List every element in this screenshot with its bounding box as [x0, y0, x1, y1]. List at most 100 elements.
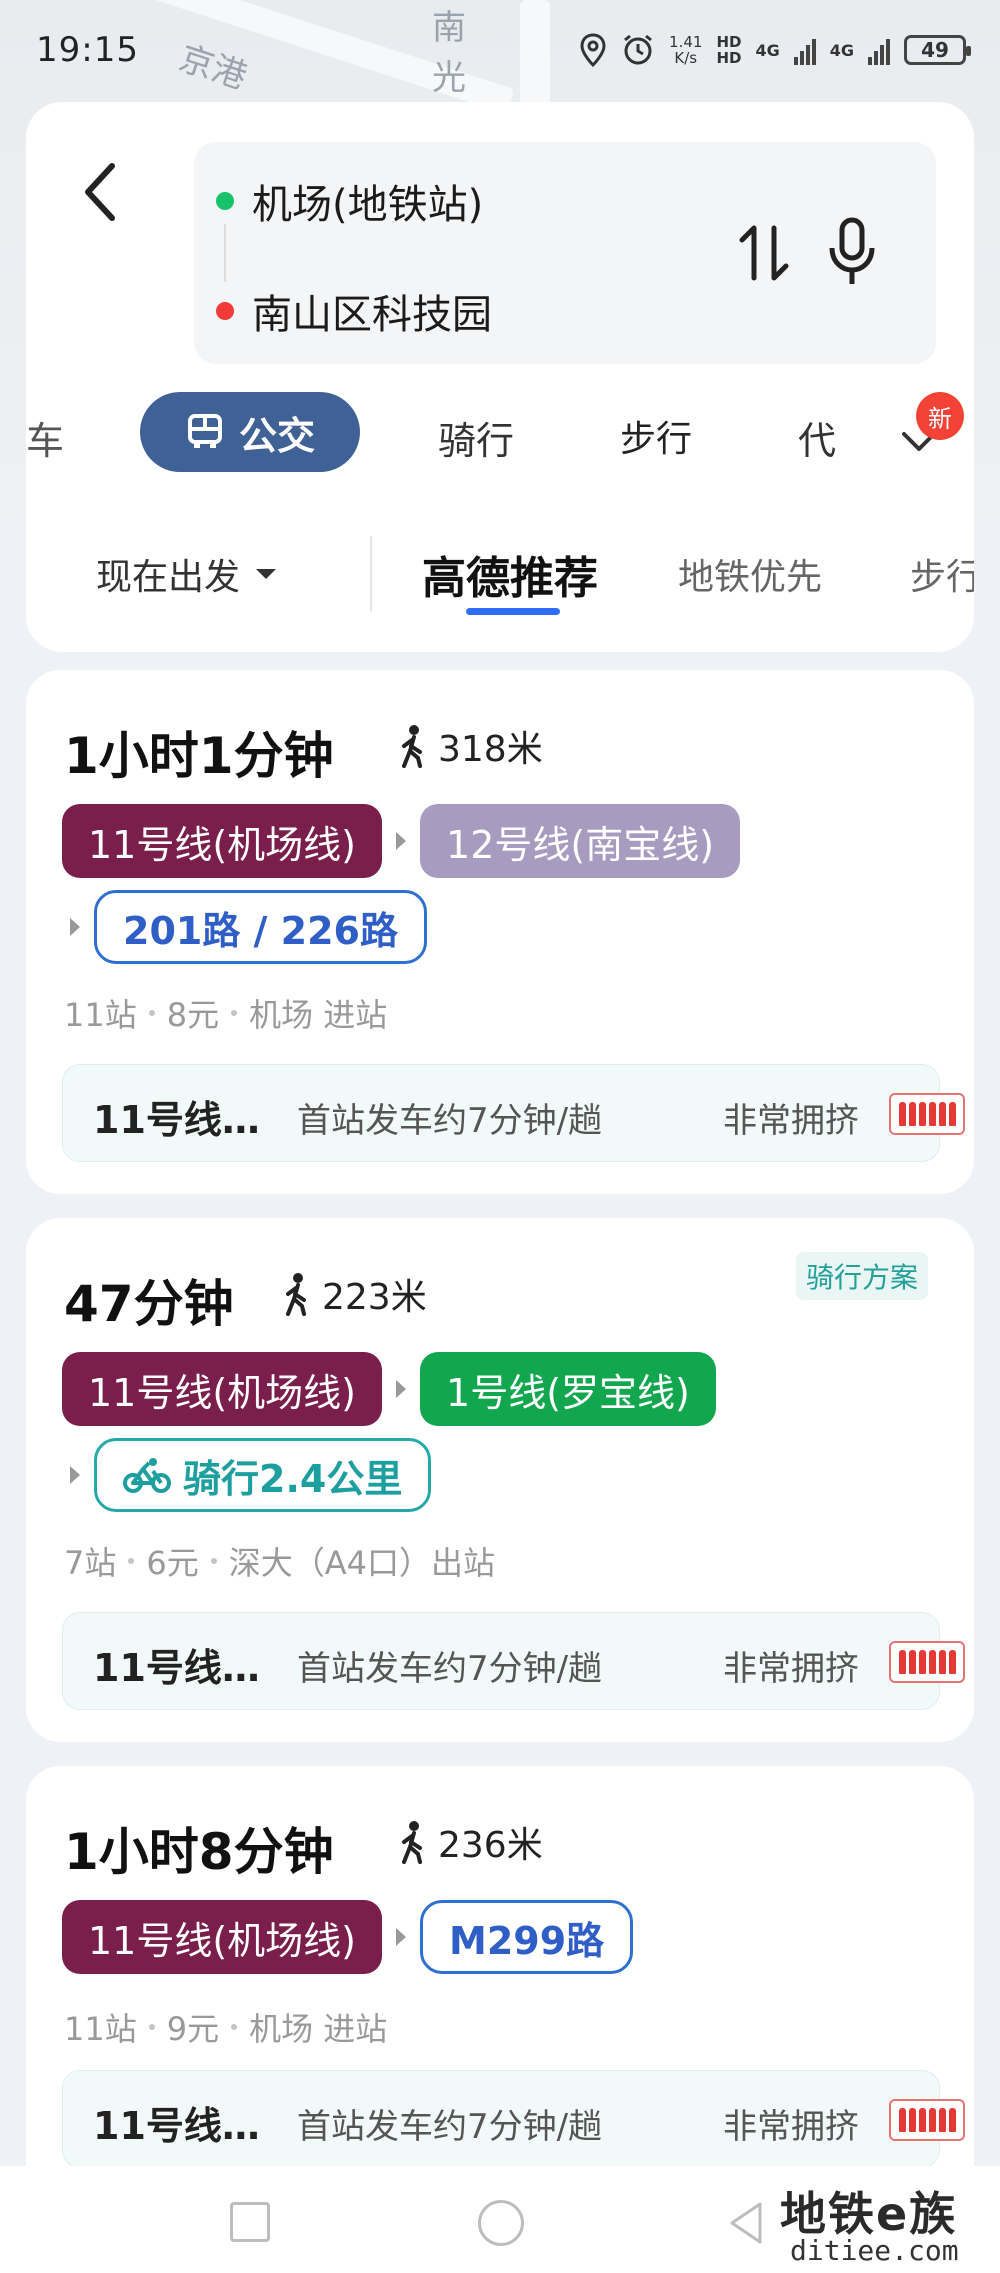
alarm-icon: [624, 34, 652, 65]
status-time: 19:15: [36, 30, 139, 70]
bus-line-tag: M299路: [420, 1900, 634, 1974]
cycling-distance: 骑行2.4公里: [183, 1456, 403, 1501]
net-type-2: 4G: [829, 40, 854, 60]
swap-icon: [739, 225, 789, 281]
walk-distance: 223米: [280, 1268, 427, 1320]
info-crowding: 非常拥挤: [723, 1101, 859, 1141]
route-card[interactable]: 1小时1分钟 318米 11号线(机场线) 12号线(南宝线) 201路 / 2…: [26, 670, 974, 1194]
route-duration: 47分钟: [64, 1275, 234, 1333]
battery-icon: 49: [904, 35, 971, 65]
location-icon: [580, 33, 606, 67]
tab-cycling[interactable]: 骑行: [438, 410, 514, 465]
arrow-right-icon: [70, 918, 80, 936]
tab-transit[interactable]: 公交: [140, 392, 360, 472]
info-crowding: 非常拥挤: [723, 2107, 859, 2147]
route-stops: 7站: [64, 1544, 117, 1582]
route-connector: [224, 224, 226, 282]
bus-line-tag: 201路 / 226路: [94, 890, 427, 964]
net-type-1: 4G: [755, 40, 780, 60]
route-fare: 6元: [146, 1544, 199, 1582]
route-fare: 8元: [166, 996, 220, 1034]
walking-icon: [286, 1273, 306, 1316]
route-lines: 11号线(机场线) 1号线(罗宝线): [62, 1352, 716, 1426]
arrow-right-icon: [396, 1380, 407, 1398]
microphone-icon: [829, 217, 875, 284]
bicycle-icon: [123, 1458, 171, 1493]
filter-recommended[interactable]: 高德推荐: [422, 542, 598, 606]
metro-line-tag: 11号线(机场线): [62, 1900, 383, 1974]
route-lines-2: 201路 / 226路: [70, 890, 427, 964]
destination-text: 南山区科技园: [252, 292, 492, 338]
info-frequency: 首站发车约7分钟/趟: [297, 2107, 603, 2147]
watermark: 地铁e族 ditiee.com: [780, 2178, 996, 2272]
origin-text: 机场(地铁站): [252, 182, 484, 228]
info-frequency: 首站发车约7分钟/趟: [297, 1101, 603, 1141]
route-duration: 1小时1分钟: [64, 727, 334, 785]
signal-icon: [868, 35, 890, 65]
walking-icon: [402, 725, 422, 768]
separator-dot: [231, 2024, 238, 2030]
route-lines-2: 骑行2.4公里: [70, 1438, 432, 1512]
swap-button[interactable]: [734, 218, 794, 288]
line-info-bar: 11号线… 首站发车约7分钟/趟 非常拥挤: [62, 2070, 965, 2168]
route-entry: 机场 进站: [249, 996, 388, 1034]
route-preference-row: 现在出发 高德推荐 地铁优先 步行: [26, 522, 974, 632]
bus-icon: [187, 414, 222, 448]
signal-icon: [793, 35, 816, 65]
metro-line-tag: 1号线(罗宝线): [420, 1352, 716, 1426]
system-nav-bar: 地铁e族 ditiee.com: [0, 2166, 1000, 2273]
line-info-bar: 11号线… 首站发车约7分钟/趟 非常拥挤: [62, 1612, 965, 1710]
watermark-url: ditiee.com: [790, 2234, 959, 2267]
depart-time-label: 现在出发: [96, 557, 241, 598]
walk-distance-value: 318米: [438, 729, 543, 770]
back-nav-button[interactable]: [726, 2200, 766, 2246]
caret-down-icon: [256, 569, 277, 579]
walk-distance-value: 236米: [438, 1825, 543, 1866]
arrow-right-icon: [70, 1466, 80, 1484]
destination-dot-icon: [216, 302, 234, 320]
status-bar: 19:15 1.41 K/s HD HD 4G 4G 49: [0, 0, 1000, 100]
route-card[interactable]: 47分钟 223米 骑行方案 11号线(机场线) 1号线(罗宝线) 骑行2.4公…: [26, 1218, 974, 1742]
tab-other[interactable]: 代: [798, 410, 836, 465]
metro-line-tag: 11号线(机场线): [62, 1352, 383, 1426]
info-line-name: 11号线…: [93, 2104, 260, 2148]
route-exit: 深大（A4口）出站: [228, 1544, 496, 1582]
divider: [370, 536, 372, 612]
info-line-name: 11号线…: [93, 1646, 260, 1690]
hd-icon: HD HD: [716, 33, 742, 67]
info-crowding: 非常拥挤: [723, 1649, 859, 1689]
separator-dot: [148, 2024, 155, 2030]
walk-distance: 318米: [396, 720, 543, 772]
home-button[interactable]: [478, 2200, 524, 2246]
filter-metro-first[interactable]: 地铁优先: [678, 548, 822, 600]
info-line-name: 11号线…: [93, 1098, 260, 1142]
separator-dot: [231, 1010, 238, 1016]
back-button[interactable]: [70, 152, 130, 232]
route-input-box: 机场(地铁站) 南山区科技园: [194, 142, 936, 364]
voice-button[interactable]: [824, 212, 880, 292]
route-fare: 9元: [166, 2010, 220, 2048]
destination-field[interactable]: 南山区科技园: [216, 282, 492, 340]
battery-level: 49: [921, 38, 949, 62]
tab-drive[interactable]: 车: [26, 410, 64, 465]
triangle-back-icon: [730, 2202, 762, 2244]
recent-apps-button[interactable]: [230, 2202, 270, 2242]
separator-dot: [148, 1010, 155, 1016]
filter-less-walking[interactable]: 步行: [910, 548, 974, 600]
tab-walking[interactable]: 步行: [620, 410, 692, 462]
net-speed: 1.41 K/s: [669, 34, 702, 66]
metro-line-tag: 11号线(机场线): [62, 804, 383, 878]
info-frequency: 首站发车约7分钟/趟: [297, 1649, 603, 1689]
route-entry: 机场 进站: [249, 2010, 388, 2048]
route-stops: 11站: [64, 2010, 137, 2048]
origin-field[interactable]: 机场(地铁站): [216, 172, 483, 230]
cycling-plan-badge: 骑行方案: [796, 1252, 929, 1300]
route-meta: 11站 9元 机场 进站: [64, 2004, 387, 2050]
route-lines: 11号线(机场线) 12号线(南宝线): [62, 804, 741, 878]
cycling-segment-tag: 骑行2.4公里: [94, 1438, 432, 1512]
net-speed-value: 1.41: [669, 33, 703, 51]
depart-time-selector[interactable]: 现在出发: [96, 548, 277, 600]
line-info-bar: 11号线… 首站发车约7分钟/趟 非常拥挤: [62, 1064, 965, 1162]
active-tab-indicator: [466, 608, 560, 615]
separator-dot: [128, 1558, 135, 1564]
